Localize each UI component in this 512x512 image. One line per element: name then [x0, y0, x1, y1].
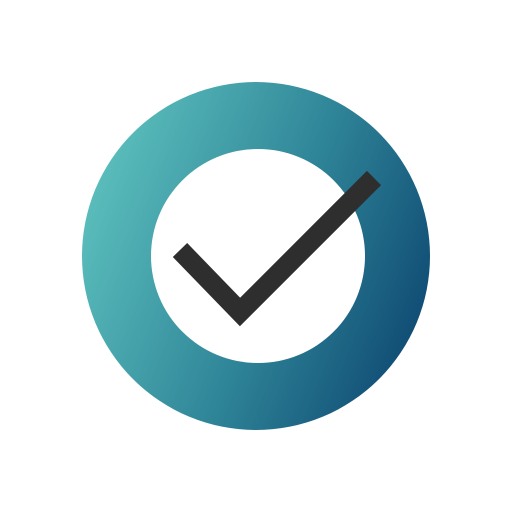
app-icon-canvas [0, 0, 512, 512]
check-circle-icon [82, 82, 430, 430]
